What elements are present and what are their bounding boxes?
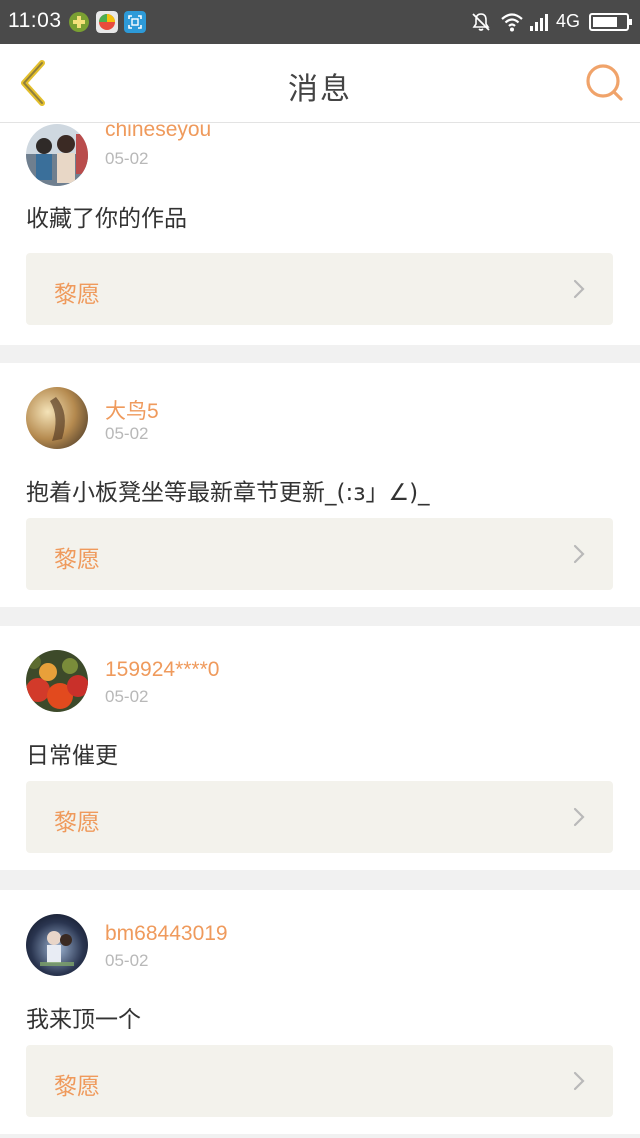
- avatar[interactable]: [26, 650, 88, 712]
- chevron-right-icon: [573, 544, 585, 564]
- screenshot-app-icon: [124, 11, 146, 33]
- work-title: 黎愿: [54, 282, 100, 308]
- search-icon[interactable]: [584, 62, 626, 104]
- navigation-header: 消息: [0, 44, 640, 123]
- username[interactable]: chineseyou: [105, 123, 211, 142]
- message-text: 收藏了你的作品: [26, 206, 187, 232]
- status-bar: 11:03 4G: [0, 0, 640, 44]
- message-list[interactable]: chineseyou 05-02 收藏了你的作品 黎愿 大鸟5 05-02 抱着…: [0, 123, 640, 1138]
- message-text: 我来顶一个: [26, 1007, 141, 1033]
- chevron-right-icon: [573, 1071, 585, 1091]
- work-title: 黎愿: [54, 810, 100, 836]
- chevron-right-icon: [573, 807, 585, 827]
- battery-icon: [589, 13, 632, 31]
- message-item: bm68443019 05-02 我来顶一个 黎愿: [0, 890, 640, 1134]
- avatar[interactable]: [26, 914, 88, 976]
- message-date: 05-02: [105, 687, 149, 706]
- message-item: chineseyou 05-02 收藏了你的作品 黎愿: [0, 123, 640, 345]
- work-title: 黎愿: [54, 1074, 100, 1100]
- work-link[interactable]: 黎愿: [26, 253, 613, 325]
- status-time: 11:03: [8, 9, 62, 32]
- bell-muted-icon: [472, 13, 490, 31]
- chevron-right-icon: [573, 279, 585, 299]
- username[interactable]: 大鸟5: [105, 395, 159, 425]
- signal-icon: [530, 14, 548, 31]
- avatar[interactable]: [26, 387, 88, 449]
- work-link[interactable]: 黎愿: [26, 518, 613, 590]
- app-colorful-icon: [96, 11, 118, 33]
- page-title: 消息: [288, 72, 352, 107]
- app-plus-icon: [69, 12, 89, 32]
- message-date: 05-02: [105, 424, 149, 443]
- work-link[interactable]: 黎愿: [26, 781, 613, 853]
- work-title: 黎愿: [54, 547, 100, 573]
- username[interactable]: bm68443019: [105, 922, 228, 946]
- avatar[interactable]: [26, 124, 88, 186]
- username[interactable]: 159924****0: [105, 658, 219, 682]
- message-text: 日常催更: [26, 743, 118, 769]
- message-text: 抱着小板凳坐等最新章节更新_(:з」∠)_: [26, 480, 430, 506]
- message-date: 05-02: [105, 149, 149, 168]
- message-item: 159924****0 05-02 日常催更 黎愿: [0, 626, 640, 870]
- wifi-icon: [501, 13, 523, 32]
- network-type: 4G: [556, 11, 581, 31]
- message-date: 05-02: [105, 951, 149, 970]
- work-link[interactable]: 黎愿: [26, 1045, 613, 1117]
- message-item: 大鸟5 05-02 抱着小板凳坐等最新章节更新_(:з」∠)_ 黎愿: [0, 363, 640, 607]
